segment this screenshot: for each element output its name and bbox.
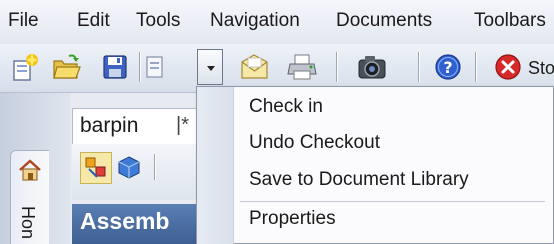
envelope-icon <box>241 54 268 79</box>
assembly-tool-button[interactable] <box>80 152 112 184</box>
print-button[interactable] <box>286 52 320 82</box>
document-toolbar <box>72 144 197 200</box>
menu-separator <box>240 201 545 202</box>
save-icon <box>103 55 127 79</box>
toolbar-separator <box>475 52 476 82</box>
stop-button-label[interactable]: Sto <box>528 58 554 79</box>
stop-icon <box>495 54 521 80</box>
menu-item-save-to-library[interactable]: Save to Document Library <box>249 169 469 191</box>
home-icon <box>19 159 41 181</box>
menu-bar: File Edit Tools Navigation Documents Too… <box>0 0 554 44</box>
toolbar-separator <box>336 52 337 82</box>
menu-navigation[interactable]: Navigation <box>210 10 300 32</box>
new-button[interactable] <box>10 52 40 82</box>
chevron-down-icon <box>207 66 215 71</box>
cube-icon <box>118 156 140 179</box>
assembly-icon <box>85 157 106 178</box>
menu-item-undo-checkout[interactable]: Undo Checkout <box>249 132 380 154</box>
toolbar-separator <box>139 52 140 82</box>
menu-item-check-in[interactable]: Check in <box>249 96 323 118</box>
home-tab-label: Hon <box>18 206 38 240</box>
capture-button[interactable] <box>355 52 391 82</box>
svg-text:?: ? <box>443 58 452 77</box>
home-tab-icon-wrap <box>18 158 42 182</box>
email-button[interactable] <box>238 52 272 82</box>
stop-button[interactable] <box>492 52 524 82</box>
document-tab-modified-marker: |* <box>176 114 189 136</box>
menu-tools[interactable]: Tools <box>136 10 180 32</box>
menu-icon-gutter <box>197 87 234 244</box>
part-tool-button[interactable] <box>114 152 144 182</box>
document-tab-label: barpin <box>80 114 139 137</box>
new-icon <box>13 53 38 81</box>
app-window: File Edit Tools Navigation Documents Too… <box>0 0 554 244</box>
open-button[interactable] <box>51 52 81 82</box>
toolbar-separator <box>154 154 155 180</box>
camera-icon <box>358 56 386 79</box>
menu-file[interactable]: File <box>8 10 39 32</box>
document-status-icon <box>146 56 163 78</box>
toolbar-separator <box>418 52 419 82</box>
menu-documents[interactable]: Documents <box>336 10 432 32</box>
document-actions-dropdown-button[interactable] <box>197 49 223 85</box>
help-button[interactable]: ? <box>432 52 464 82</box>
help-icon: ? <box>435 54 461 80</box>
status-button[interactable] <box>144 54 166 80</box>
menu-edit[interactable]: Edit <box>77 10 110 32</box>
menu-item-properties[interactable]: Properties <box>249 208 336 230</box>
assembly-panel-title: Assemb <box>80 208 170 234</box>
printer-icon <box>287 54 317 80</box>
open-folder-icon <box>53 54 81 79</box>
save-button[interactable] <box>100 52 130 82</box>
menu-toolbars[interactable]: Toolbars <box>474 10 546 32</box>
